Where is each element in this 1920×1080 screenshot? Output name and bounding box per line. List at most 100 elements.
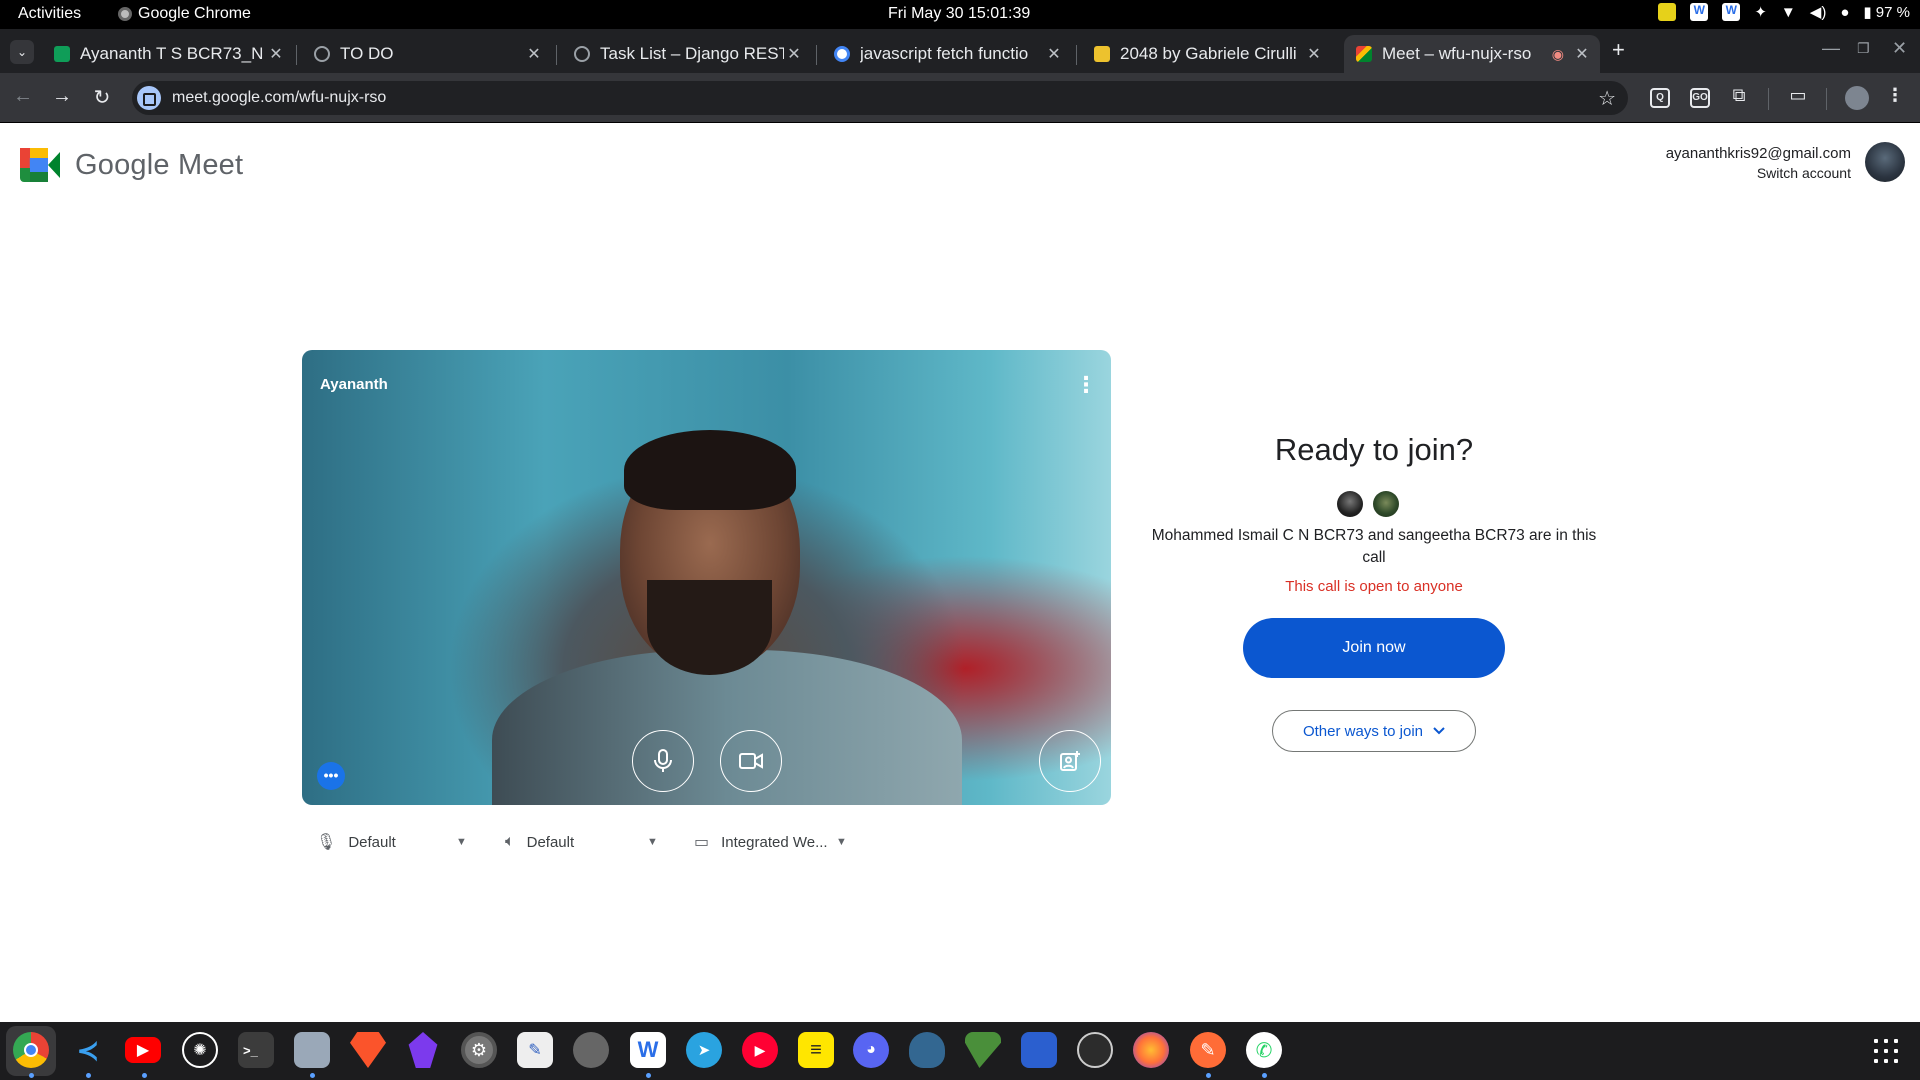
discord-icon[interactable]: ◕ <box>853 1032 889 1068</box>
close-tab-icon[interactable]: ✕ <box>1304 44 1324 64</box>
close-tab-icon[interactable]: ✕ <box>784 44 804 64</box>
camera-select[interactable]: ▭ Integrated We... ▼ <box>694 830 854 854</box>
google-meet-logo[interactable]: Google Meet <box>20 148 243 182</box>
vim-icon[interactable] <box>965 1032 1001 1068</box>
more-effects-icon[interactable]: ••• <box>317 762 345 790</box>
tab-title: TO DO <box>340 44 394 63</box>
other-ways-label: Other ways to join <box>1302 722 1424 740</box>
extension-search-icon[interactable]: Q <box>1650 88 1670 108</box>
tab-meet[interactable]: Meet – wfu-nujx-rso ◉ ✕ <box>1344 35 1600 73</box>
participant-avatar <box>1373 491 1399 517</box>
2048-icon <box>1094 46 1110 62</box>
wps-tray-icon-2[interactable]: W <box>1722 3 1741 21</box>
obs-icon[interactable] <box>1077 1032 1113 1068</box>
clock[interactable]: Fri May 30 15:01:39 <box>888 5 1030 23</box>
bookmark-star-icon[interactable]: ☆ <box>1598 86 1616 111</box>
wps-tray-icon[interactable]: W <box>1690 3 1709 21</box>
running-indicator <box>86 1073 91 1078</box>
tab-title: Meet – wfu-nujx-rso <box>1382 44 1532 63</box>
youtube-music-icon[interactable]: ▶ <box>742 1032 778 1068</box>
telegram-icon[interactable]: ➤ <box>686 1032 722 1068</box>
switch-account-link[interactable]: Switch account <box>1666 165 1851 181</box>
recording-indicator-icon: ◉ <box>1551 45 1564 62</box>
postman-icon[interactable]: ✎ <box>1190 1032 1226 1068</box>
tab-separator <box>1076 45 1077 65</box>
speaker-select[interactable]: 🔈︎ Default ▼ <box>505 830 665 854</box>
more-options-icon[interactable]: ⋮ <box>1075 372 1097 398</box>
vscode-icon[interactable]: ≺ <box>70 1032 106 1068</box>
youtube-icon[interactable]: ▶ <box>125 1037 161 1063</box>
sticky-notes-icon[interactable]: ≡ <box>798 1032 834 1068</box>
address-bar[interactable]: meet.google.com/wfu-nujx-rso ☆ <box>132 81 1628 115</box>
chrome-icon[interactable] <box>13 1032 49 1068</box>
wps-office-icon[interactable] <box>1021 1032 1057 1068</box>
tab-2048[interactable]: 2048 by Gabriele Cirulli ✕ <box>1082 35 1332 73</box>
running-indicator <box>142 1073 147 1078</box>
microphone-icon <box>654 749 672 772</box>
profile-avatar[interactable] <box>1845 86 1869 110</box>
new-tab-button[interactable]: + <box>1612 37 1625 63</box>
participant-avatars <box>1337 491 1399 517</box>
chevron-down-icon: ▼ <box>647 836 658 848</box>
site-info-icon[interactable] <box>137 86 161 110</box>
back-icon[interactable]: ← <box>10 85 36 108</box>
camera-toggle-button[interactable] <box>720 730 782 792</box>
wifi-icon[interactable]: ▼ <box>1781 4 1796 21</box>
chrome-small-icon <box>118 7 132 21</box>
running-indicator <box>29 1073 34 1078</box>
other-ways-to-join-button[interactable]: Other ways to join <box>1272 710 1476 752</box>
microphone-toggle-button[interactable] <box>632 730 694 792</box>
chatgpt-icon[interactable]: ✺ <box>182 1032 218 1068</box>
whatsapp-icon[interactable]: ✆ <box>1246 1032 1282 1068</box>
video-person-hair <box>624 430 796 510</box>
ready-to-join-heading: Ready to join? <box>1274 432 1474 467</box>
close-window-icon[interactable]: ✕ <box>1892 38 1907 59</box>
close-tab-icon[interactable]: ✕ <box>1044 44 1064 64</box>
obsidian-icon[interactable] <box>408 1032 438 1068</box>
brave-icon[interactable] <box>350 1032 386 1068</box>
accessibility-icon[interactable]: ✦ <box>1754 3 1767 21</box>
reload-icon[interactable]: ↻ <box>89 85 115 110</box>
clock-icon[interactable] <box>573 1032 609 1068</box>
volume-icon[interactable]: ◀) <box>1810 3 1827 21</box>
call-open-notice: This call is open to anyone <box>1285 578 1463 595</box>
microphone-select[interactable]: 🎙︎ Default ▼ <box>316 830 476 854</box>
close-tab-icon[interactable]: ✕ <box>1572 44 1592 64</box>
toolbar-separator <box>1826 88 1827 110</box>
extensions-puzzle-icon[interactable]: ⧉ <box>1727 85 1751 109</box>
minimize-icon[interactable]: — <box>1822 38 1840 59</box>
participant-avatar <box>1337 491 1363 517</box>
system-tray[interactable]: W W ✦ ▼ ◀) ● ▮ 97 % <box>1658 3 1910 21</box>
battery-indicator[interactable]: ▮ 97 % <box>1863 3 1910 21</box>
close-tab-icon[interactable]: ✕ <box>266 44 286 64</box>
tab-google-search[interactable]: javascript fetch functio ✕ <box>822 35 1072 73</box>
url-text[interactable]: meet.google.com/wfu-nujx-rso <box>172 89 386 107</box>
files-icon[interactable] <box>294 1032 330 1068</box>
settings-icon[interactable]: ⚙ <box>461 1032 497 1068</box>
show-apps-icon[interactable] <box>1874 1039 1898 1063</box>
visual-effects-button[interactable] <box>1039 730 1101 792</box>
join-now-button[interactable]: Join now <box>1243 618 1505 678</box>
sticky-notes-tray-icon[interactable] <box>1658 3 1677 21</box>
chrome-menu-icon[interactable]: ⋮ <box>1883 85 1907 109</box>
wps-writer-icon[interactable]: W <box>630 1032 666 1068</box>
close-tab-icon[interactable]: ✕ <box>524 44 544 64</box>
meet-logo-icon <box>20 148 60 182</box>
text-editor-icon[interactable]: ✎ <box>517 1032 553 1068</box>
account-avatar[interactable] <box>1865 142 1905 182</box>
reading-list-icon[interactable]: ▭ <box>1786 85 1810 109</box>
forward-icon[interactable]: → <box>49 85 75 108</box>
tab-todo[interactable]: TO DO ✕ <box>302 35 552 73</box>
tab-sheet[interactable]: Ayananth T S BCR73_N ✕ <box>42 35 294 73</box>
app-menu[interactable]: Google Chrome <box>118 5 251 23</box>
terminal-icon[interactable]: >_ <box>238 1032 274 1068</box>
extension-go-icon[interactable]: GO <box>1690 88 1710 108</box>
maximize-icon[interactable]: ❐ <box>1857 40 1870 57</box>
postgresql-icon[interactable] <box>909 1032 945 1068</box>
microphone-tray-icon[interactable]: ● <box>1840 4 1849 21</box>
tab-search-button[interactable]: ⌄ <box>10 40 34 64</box>
tab-django[interactable]: Task List – Django REST ✕ <box>562 35 812 73</box>
speaker-icon: 🔈︎ <box>505 833 515 850</box>
firefox-icon[interactable] <box>1133 1032 1169 1068</box>
activities-button[interactable]: Activities <box>18 5 81 23</box>
